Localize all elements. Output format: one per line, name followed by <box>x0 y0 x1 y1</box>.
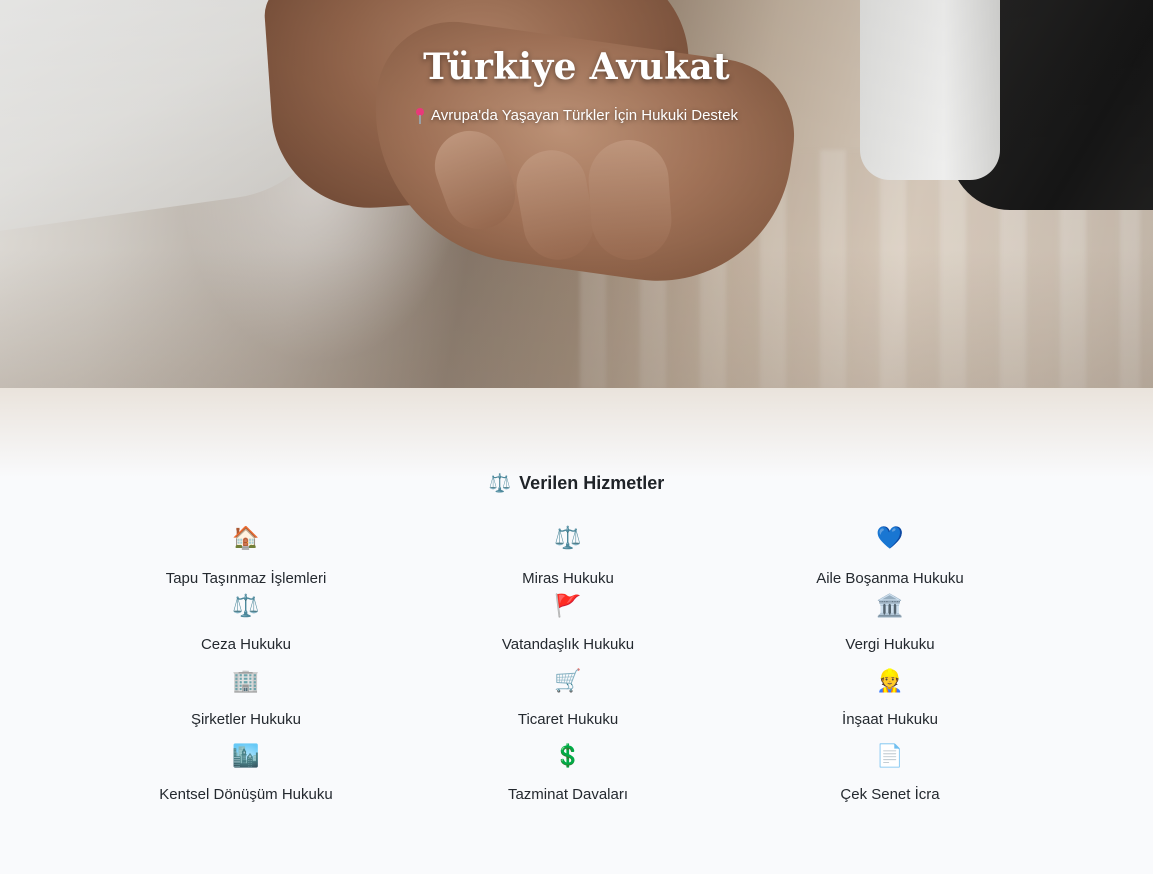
service-label: Tazminat Davaları <box>507 786 629 803</box>
service-label: Ticaret Hukuku <box>517 711 619 728</box>
hero-subtitle-text: Avrupa'da Yaşayan Türkler İçin Hukuki De… <box>431 107 738 124</box>
scales-icon: ⚖️ <box>554 526 582 551</box>
document-icon: 📄 <box>876 744 904 769</box>
service-label: Şirketler Hukuku <box>190 711 302 728</box>
hero-subtitle: Avrupa'da Yaşayan Türkler İçin Hukuki De… <box>0 107 1153 124</box>
services-title-text: Verilen Hizmetler <box>519 472 665 493</box>
service-label: Ceza Hukuku <box>200 636 292 653</box>
shopping-cart-icon: 🛒 <box>554 669 582 694</box>
service-label: Tapu Taşınmaz İşlemleri <box>165 570 327 587</box>
house-icon: 🏠 <box>232 526 260 551</box>
service-item: 🚩 Vatandaşlık Hukuku <box>407 594 729 669</box>
service-label: Vatandaşlık Hukuku <box>501 636 635 653</box>
service-item: 📄 Çek Senet İcra <box>729 744 1051 819</box>
service-label: Aile Boşanma Hukuku <box>816 570 964 587</box>
blue-heart-icon: 💙 <box>876 526 904 551</box>
dollar-sign-icon: 💲 <box>554 744 582 769</box>
service-item: 🏢 Şirketler Hukuku <box>85 669 407 744</box>
service-item: ⚖️ Ceza Hukuku <box>85 594 407 669</box>
service-label: Çek Senet İcra <box>840 786 940 803</box>
scales-icon: ⚖️ <box>232 594 260 619</box>
service-item: 💙 Aile Boşanma Hukuku <box>729 506 1051 594</box>
service-label: İnşaat Hukuku <box>842 711 938 728</box>
round-pushpin-icon <box>415 107 425 124</box>
classical-building-icon: 🏛️ <box>876 594 904 619</box>
cityscape-icon: 🏙️ <box>232 744 260 769</box>
service-item: 🏛️ Vergi Hukuku <box>729 594 1051 669</box>
service-item: 🏙️ Kentsel Dönüşüm Hukuku <box>85 744 407 819</box>
service-item: 🛒 Ticaret Hukuku <box>407 669 729 744</box>
services-grid: 🏠 Tapu Taşınmaz İşlemleri ⚖️ Miras Hukuku 💙 A… <box>85 506 1051 819</box>
service-item: 👷 İnşaat Hukuku <box>729 669 1051 744</box>
service-item: 💲 Tazminat Davaları <box>407 744 729 819</box>
page-title: Türkiye Avukat <box>423 46 730 88</box>
service-label: Vergi Hukuku <box>845 636 935 653</box>
service-item: 🏠 Tapu Taşınmaz İşlemleri <box>85 506 407 594</box>
red-flag-icon: 🚩 <box>554 594 582 619</box>
service-label: Miras Hukuku <box>522 570 614 587</box>
service-item: ⚖️ Miras Hukuku <box>407 506 729 594</box>
service-label: Kentsel Dönüşüm Hukuku <box>159 786 333 803</box>
scales-icon: ⚖️ <box>488 472 512 493</box>
hero-banner: Türkiye Avukat Avrupa'da Yaşayan Türkler… <box>0 0 1153 388</box>
office-building-icon: 🏢 <box>232 669 260 694</box>
workers-icon: 👷 <box>876 669 904 694</box>
services-section: ⚖️ Verilen Hizmetler 🏠 Tapu Taşınmaz İşle… <box>0 460 1153 819</box>
services-title: ⚖️ Verilen Hizmetler <box>0 460 1153 506</box>
